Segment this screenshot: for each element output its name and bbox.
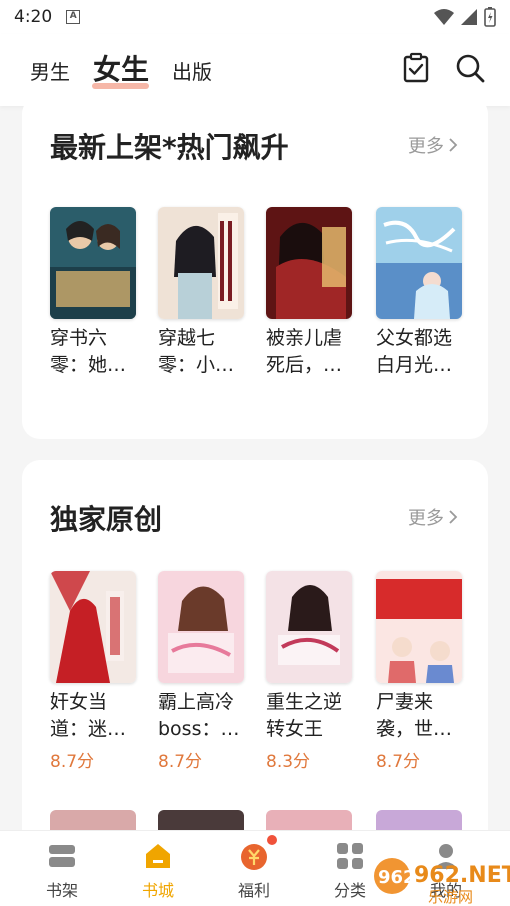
book-cover[interactable] (266, 810, 352, 830)
section-title: 最新上架*热门飙升 (50, 131, 289, 164)
book-title: 父女都选白月光… (376, 327, 453, 376)
tab-female[interactable]: 女生 (93, 48, 149, 88)
book-rating: 8.7分 (158, 752, 203, 772)
book-cover[interactable] (376, 207, 462, 319)
book-item[interactable]: 尸妻来袭，世子… 8.7分 (376, 571, 462, 772)
section-exclusive-original: 独家原创 更多 奸女当道：迷倒… 8.7分 (22, 460, 488, 830)
notification-badge (267, 835, 277, 845)
book-item[interactable]: 霸上高冷boss：… 8.7分 (158, 571, 244, 772)
checkin-clipboard-icon[interactable] (400, 52, 432, 84)
more-link[interactable]: 更多 (408, 504, 458, 530)
nav-label: 书城 (141, 881, 174, 900)
watermark-subtext: 乐游网 (428, 888, 473, 906)
book-title: 穿越七零：小锦… (158, 327, 216, 376)
book-item[interactable]: 父女都选白月光… (376, 207, 462, 379)
nav-welfare[interactable]: 福利 (214, 835, 294, 901)
site-watermark: 962 962.NET 乐游网 (372, 852, 510, 906)
status-time: 4:20 (14, 7, 53, 27)
more-link[interactable]: 更多 (408, 132, 458, 158)
wifi-icon (434, 9, 454, 25)
book-cover[interactable] (50, 810, 136, 830)
book-title: 霸上高冷boss：… (158, 691, 240, 740)
book-cover[interactable] (376, 810, 462, 830)
status-icons (434, 7, 496, 27)
active-tab-indicator (92, 83, 149, 89)
book-cover[interactable] (50, 571, 136, 683)
book-item[interactable]: 重生之逆转女王 8.3分 (266, 571, 352, 772)
nav-label: 福利 (237, 881, 270, 900)
nav-label: 书架 (45, 881, 78, 900)
book-cover[interactable] (158, 810, 244, 830)
book-rating: 8.3分 (266, 752, 311, 772)
bookstore-icon (143, 841, 173, 871)
book-cover[interactable] (266, 571, 352, 683)
more-label: 更多 (408, 136, 444, 157)
top-nav: 男生 女生 出版 (0, 34, 510, 106)
battery-icon (484, 7, 496, 27)
welfare-icon (239, 835, 277, 871)
status-bar: 4:20 A (0, 0, 510, 34)
book-cover[interactable] (266, 207, 352, 319)
cellular-icon (461, 9, 477, 25)
book-cover[interactable] (50, 207, 136, 319)
book-title: 奸女当道：迷倒… (50, 691, 108, 740)
more-label: 更多 (408, 508, 444, 529)
nav-bookshelf[interactable]: 书架 (22, 841, 102, 901)
section-latest-hot: 最新上架*热门飙升 更多 穿书六零：她靠… (22, 106, 488, 439)
tab-male[interactable]: 男生 (30, 56, 70, 85)
book-title: 穿书六零：她靠… (50, 327, 108, 376)
tab-publishing[interactable]: 出版 (172, 56, 212, 85)
book-rating: 8.7分 (376, 752, 421, 772)
category-icon (335, 841, 365, 871)
bookshelf-icon (47, 841, 77, 871)
book-rating: 8.7分 (50, 752, 95, 772)
book-item[interactable]: 穿书六零：她靠… (50, 207, 136, 379)
book-cover[interactable] (376, 571, 462, 683)
nav-bookstore[interactable]: 书城 (118, 841, 198, 901)
book-title: 被亲儿虐死后，… (266, 327, 343, 376)
bookstore-feed[interactable]: 最新上架*热门飙升 更多 穿书六零：她靠… (0, 106, 510, 830)
book-cover[interactable] (158, 571, 244, 683)
watermark-text: 962.NET (414, 863, 510, 888)
notification-icon: A (66, 10, 81, 24)
book-title: 尸妻来袭，世子… (376, 691, 434, 740)
chevron-right-icon (449, 138, 458, 152)
book-item[interactable]: 穿越七零：小锦… (158, 207, 244, 379)
section-title: 独家原创 (50, 503, 163, 536)
book-item[interactable]: 奸女当道：迷倒… 8.7分 (50, 571, 136, 772)
book-item[interactable]: 被亲儿虐死后，… (266, 207, 352, 379)
chevron-right-icon (449, 510, 458, 524)
svg-text:962: 962 (378, 867, 416, 888)
book-title: 重生之逆转女王 (266, 691, 343, 740)
book-cover[interactable] (158, 207, 244, 319)
search-icon[interactable] (454, 52, 486, 84)
